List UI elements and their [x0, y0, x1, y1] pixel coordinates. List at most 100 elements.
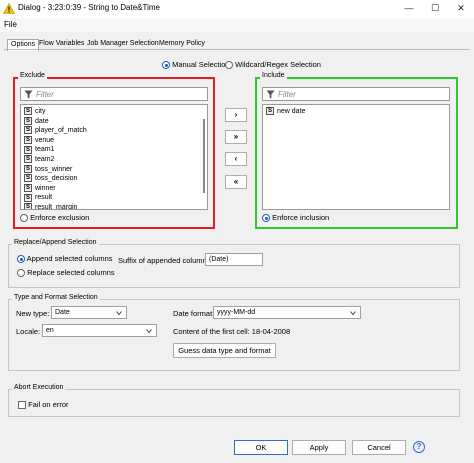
string-type-icon: S [24, 183, 32, 192]
type-format-title: Type and Format Selection [12, 294, 100, 301]
string-type-icon: S [24, 135, 32, 144]
string-type-icon: S [24, 164, 32, 173]
suffix-label: Suffix of appended columns: [118, 256, 213, 265]
fail-on-error-option[interactable]: Fail on error [18, 400, 69, 410]
exclude-column-list[interactable]: Scity Sdate Splayer_of_match Svenue Stea… [20, 104, 208, 210]
column-name: toss_winner [35, 165, 73, 173]
chevron-down-icon [146, 329, 152, 334]
manual-selection-radio[interactable] [162, 61, 170, 70]
exclude-list-scrollbar[interactable] [203, 119, 205, 193]
list-item[interactable]: Snew date [266, 107, 305, 117]
list-item[interactable]: Splayer_of_match [24, 126, 87, 136]
tab-divider [4, 49, 470, 50]
cancel-button[interactable]: Cancel [352, 440, 406, 455]
date-format-label: Date format: [173, 309, 215, 318]
include-filter-input[interactable]: Filter [262, 87, 450, 101]
list-item[interactable]: Sresult [24, 193, 52, 203]
minimize-button[interactable]: — [396, 0, 422, 18]
remove-button[interactable]: ‹ [225, 152, 247, 166]
menu-file[interactable]: File [4, 20, 17, 29]
enforce-inclusion-option[interactable]: Enforce inclusion [262, 213, 329, 223]
column-name: city [35, 108, 46, 115]
include-column-list[interactable]: Snew date [262, 104, 450, 210]
string-type-icon: S [24, 107, 32, 116]
string-type-icon: S [24, 174, 32, 183]
append-columns-option[interactable]: Append selected columns [17, 254, 113, 264]
help-icon[interactable]: ? [413, 441, 425, 453]
date-format-value: yyyy-MM-dd [217, 309, 256, 316]
locale-select[interactable]: en [42, 324, 157, 337]
append-columns-radio[interactable] [17, 255, 25, 264]
new-type-select[interactable]: Date [51, 306, 127, 319]
chevron-down-icon [116, 311, 122, 316]
string-type-icon: S [24, 126, 32, 135]
menu-bar: File [0, 18, 474, 32]
list-item[interactable]: Stoss_decision [24, 174, 77, 184]
string-type-icon: S [24, 145, 32, 154]
manual-selection-option[interactable]: Manual Selection [162, 60, 230, 70]
column-name: result_margin [35, 204, 78, 210]
replace-append-title: Replace/Append Selection [12, 239, 99, 246]
column-name: new date [277, 108, 306, 115]
replace-columns-radio[interactable] [17, 269, 25, 278]
list-item[interactable]: Steam1 [24, 145, 54, 155]
column-name: player_of_match [35, 127, 87, 135]
column-name: team1 [35, 146, 55, 154]
string-type-icon: S [24, 193, 32, 202]
date-format-select[interactable]: yyyy-MM-dd [213, 306, 361, 319]
column-name: team2 [35, 156, 55, 163]
locale-value: en [46, 327, 54, 334]
add-all-button[interactable]: » [225, 130, 247, 144]
enforce-exclusion-option[interactable]: Enforce exclusion [20, 213, 90, 223]
column-name: winner [35, 184, 56, 192]
list-item[interactable]: Svenue [24, 135, 54, 146]
manual-selection-label: Manual Selection [172, 60, 230, 69]
suffix-input[interactable]: (Date) [205, 253, 263, 266]
enforce-inclusion-radio[interactable] [262, 214, 270, 223]
warning-triangle-icon [3, 3, 15, 14]
list-item[interactable]: Sdate [24, 116, 49, 127]
wildcard-selection-option[interactable]: Wildcard/Regex Selection [225, 60, 321, 70]
column-name: date [35, 117, 49, 125]
list-item[interactable]: Scity [24, 107, 46, 117]
title-bar[interactable]: Dialog - 3:23:0:39 - String to Date&Time… [0, 0, 474, 18]
enforce-exclusion-label: Enforce exclusion [30, 213, 90, 222]
locale-label: Locale: [16, 327, 41, 336]
replace-columns-option[interactable]: Replace selected columns [17, 268, 115, 278]
abort-execution-group [8, 389, 460, 417]
maximize-button[interactable]: ☐ [422, 0, 448, 18]
string-type-icon: S [24, 203, 32, 210]
exclude-title: Exclude [18, 72, 47, 79]
include-title: Include [260, 72, 287, 79]
include-filter-placeholder: Filter [278, 90, 296, 99]
enforce-exclusion-radio[interactable] [20, 214, 28, 223]
wildcard-selection-label: Wildcard/Regex Selection [235, 60, 321, 69]
string-type-icon: S [24, 155, 32, 164]
replace-append-group [8, 244, 460, 288]
close-button[interactable]: ✕ [448, 0, 474, 18]
new-type-label: New type: [16, 309, 50, 318]
ok-button[interactable]: OK [234, 440, 288, 455]
new-type-value: Date [55, 309, 70, 316]
add-button[interactable]: › [225, 108, 247, 122]
list-item[interactable]: Stoss_winner [24, 164, 73, 175]
list-item[interactable]: Sresult_margin [24, 203, 78, 210]
fail-on-error-label: Fail on error [28, 400, 69, 409]
remove-all-button[interactable]: « [225, 175, 247, 189]
list-item[interactable]: Swinner [24, 183, 56, 194]
guess-format-button[interactable]: Guess data type and format [173, 343, 276, 358]
filter-icon [266, 90, 275, 99]
string-type-icon: S [24, 116, 32, 125]
wildcard-selection-radio[interactable] [225, 61, 233, 70]
window-title: Dialog - 3:23:0:39 - String to Date&Time [18, 3, 160, 12]
exclude-filter-placeholder: Filter [36, 90, 54, 99]
fail-on-error-checkbox[interactable] [18, 401, 26, 410]
replace-columns-label: Replace selected columns [27, 268, 115, 277]
list-item[interactable]: Steam2 [24, 155, 54, 165]
string-type-icon: S [266, 107, 274, 116]
apply-button[interactable]: Apply [292, 440, 346, 455]
exclude-filter-input[interactable]: Filter [20, 87, 208, 101]
abort-execution-title: Abort Execution [12, 384, 66, 391]
append-columns-label: Append selected columns [26, 254, 113, 263]
column-name: result [35, 194, 53, 202]
